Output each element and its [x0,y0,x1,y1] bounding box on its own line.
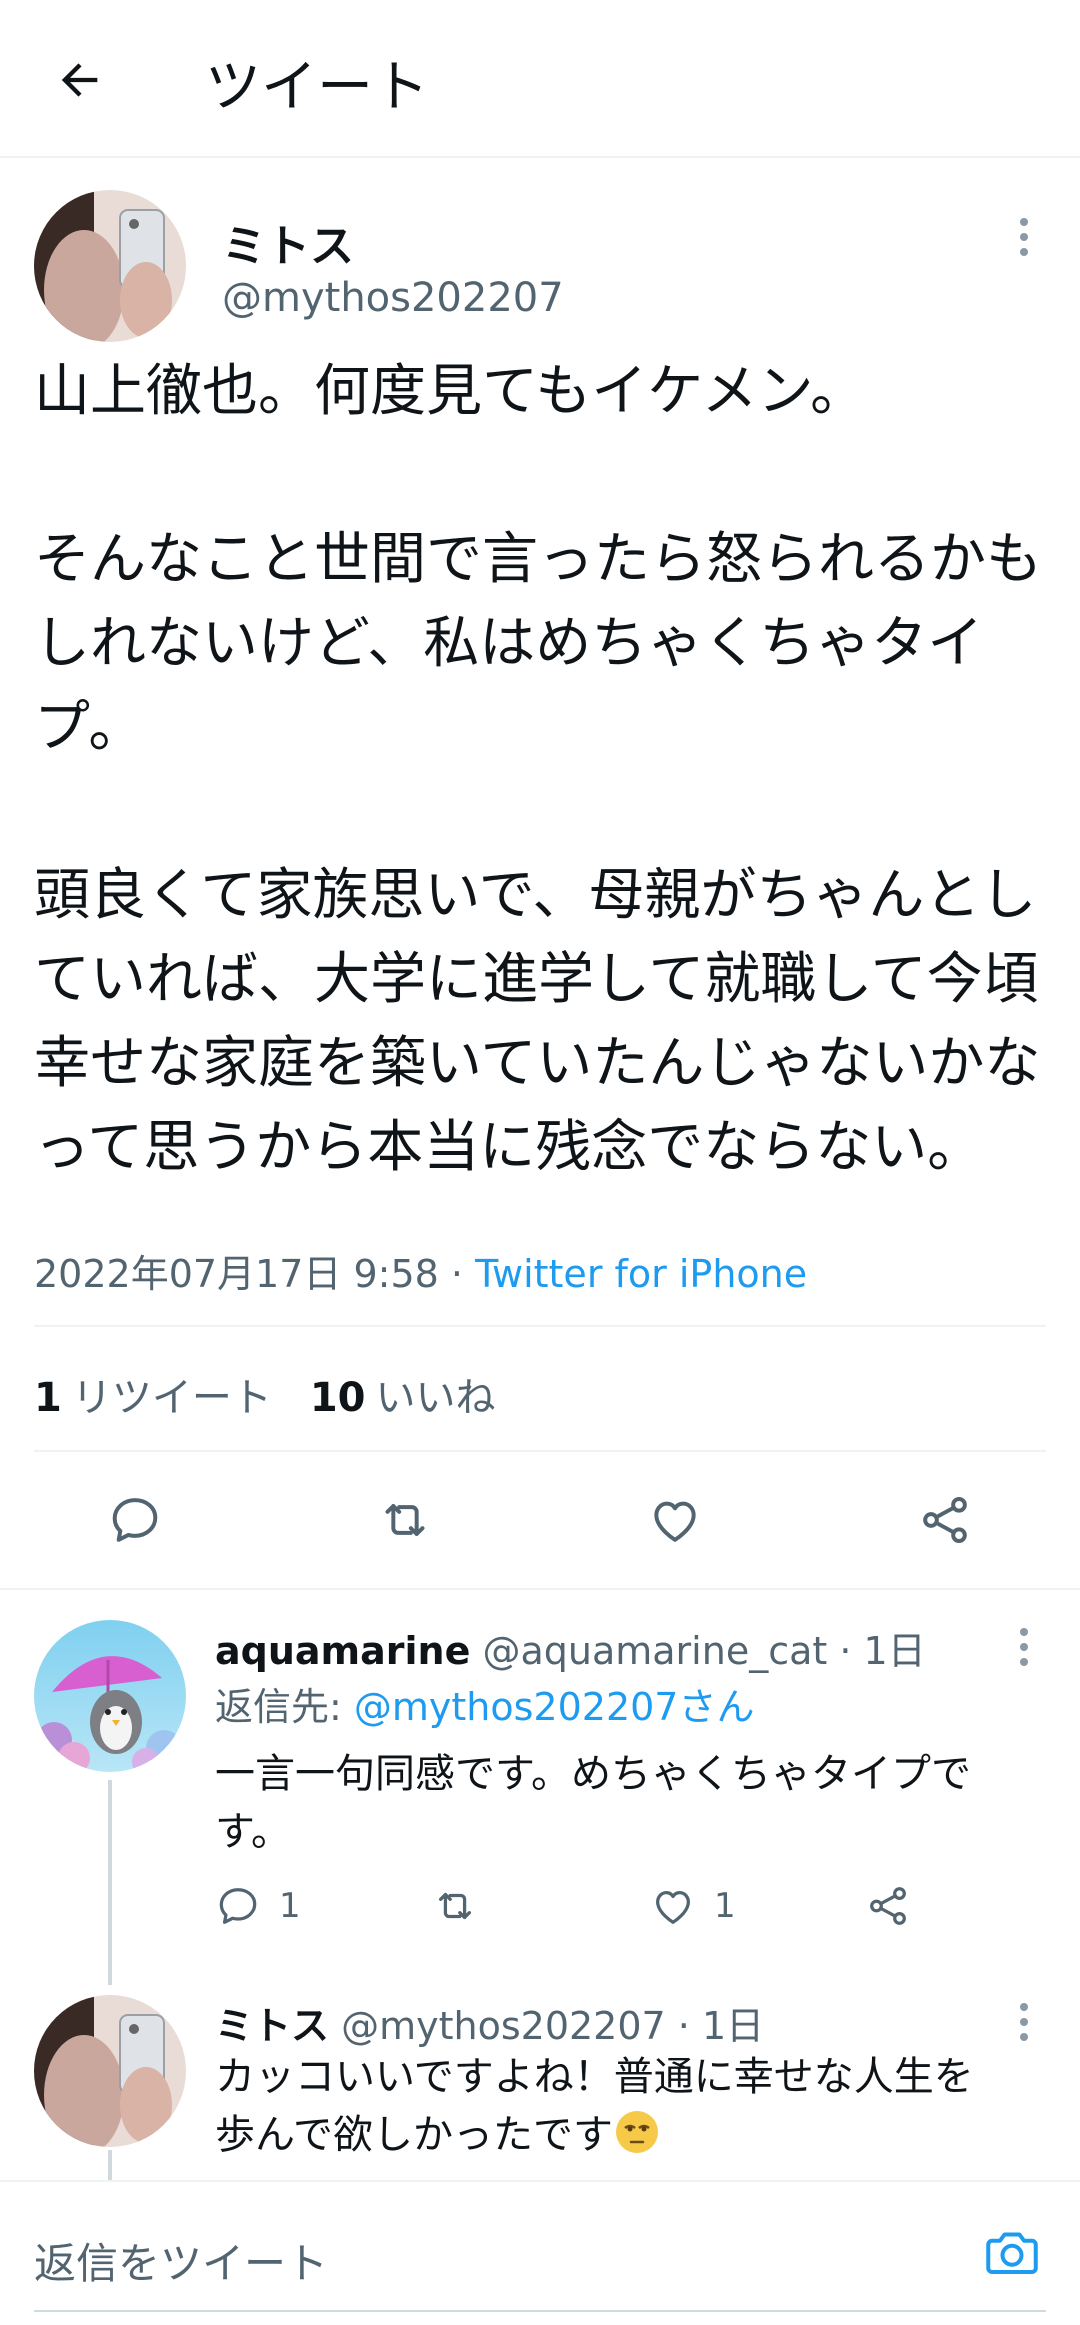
reply-author-name[interactable]: ミトス [215,2004,329,2048]
top-bar: ツイート [0,0,1080,158]
reply-time: · 1日 [827,1629,926,1673]
reply-header: aquamarine @aquamarine_cat · 1日 [215,1620,926,1675]
tweet-client[interactable]: Twitter for iPhone [475,1252,807,1296]
author-avatar[interactable] [34,190,186,342]
reply-text-content: カッコいいですよね！普通に幸せな人生を歩んで欲しかったです [215,2054,974,2158]
like-icon [656,1890,690,1924]
reply-reply-button[interactable]: 1 [215,1876,301,1936]
section-divider [0,1588,1080,1590]
divider [34,1450,1046,1452]
share-button[interactable] [910,1485,980,1555]
reply-share-button[interactable] [865,1876,911,1936]
thread-line [108,2150,112,2180]
reply-icon [219,1888,257,1924]
back-arrow-icon [61,63,98,97]
more-icon [1020,1628,1028,1666]
page-title: ツイート [205,55,429,120]
tweet-text: 山上徹也。何度見てもイケメン。 そんなこと世間で言ったら怒られるかもしれないけど… [34,359,1042,1180]
reply-icon [112,1498,158,1542]
like-stat[interactable]: 10 いいね [310,1365,496,1423]
reply-time: · 1日 [665,2004,765,2048]
camera-button[interactable] [980,2220,1044,2284]
camera-icon [986,2232,1038,2274]
reply-more-button[interactable] [1004,1617,1044,1677]
more-icon [1020,218,1028,256]
reply-like-count: 1 [714,1886,736,1926]
retweet-button[interactable] [370,1485,440,1555]
like-count: 10 [309,1375,366,1421]
reply-compose-bar: 返信をツイート [0,2180,1080,2325]
like-label: いいね [375,1375,496,1421]
more-icon [1020,2003,1028,2041]
reply-like-button[interactable]: 1 [650,1876,736,1936]
reply-reply-count: 1 [279,1886,301,1926]
like-icon [654,1501,696,1542]
share-icon [923,1497,967,1543]
reply-button[interactable] [100,1485,170,1555]
retweet-icon [385,1504,425,1536]
reply-to-mention[interactable]: @mythos202207さん [354,1685,755,1729]
thread-line [108,1780,112,1985]
reply-author-handle[interactable]: @aquamarine_cat [482,1629,827,1673]
retweet-label: リツイート [71,1375,272,1421]
compose-underline [34,2310,1046,2312]
reply-text: カッコいいですよね！普通に幸せな人生を歩んで欲しかったです [215,2048,1005,2164]
reply-more-button[interactable] [1004,1992,1044,2052]
reply-avatar[interactable] [34,1995,186,2147]
retweet-icon [438,1892,472,1920]
tweet-timestamp[interactable]: 2022年07月17日 9:58 [34,1252,439,1296]
author-name[interactable]: ミトス [222,210,354,274]
reply-retweet-button[interactable] [432,1876,478,1936]
like-button[interactable] [640,1485,710,1555]
tweet-stats: 1 リツイート 10 いいね [34,1365,496,1423]
reply-text: 一言一句同感です。めちゃくちゃタイプです。 [215,1751,971,1855]
meta-separator: · [438,1252,476,1296]
face-emoji-icon [616,2111,658,2153]
more-options-button[interactable] [1004,207,1044,267]
back-button[interactable] [40,40,120,120]
reply-to-line: 返信先: @mythos202207さん [215,1676,755,1731]
retweet-stat[interactable]: 1 リツイート [34,1365,272,1423]
tweet-meta: 2022年07月17日 9:58 · Twitter for iPhone [34,1243,807,1298]
reply-author-handle[interactable]: @mythos202207 [341,2004,666,2048]
reply-avatar[interactable] [34,1620,186,1772]
reply-input[interactable]: 返信をツイート [34,2230,328,2291]
reply-header: ミトス @mythos202207 · 1日 [215,1995,764,2050]
retweet-count: 1 [34,1375,62,1421]
reply-to-label: 返信先: [215,1685,354,1729]
author-handle[interactable]: @mythos202207 [222,275,564,321]
divider [34,1325,1046,1327]
share-icon [870,1887,906,1925]
reply-author-name[interactable]: aquamarine [215,1629,470,1673]
